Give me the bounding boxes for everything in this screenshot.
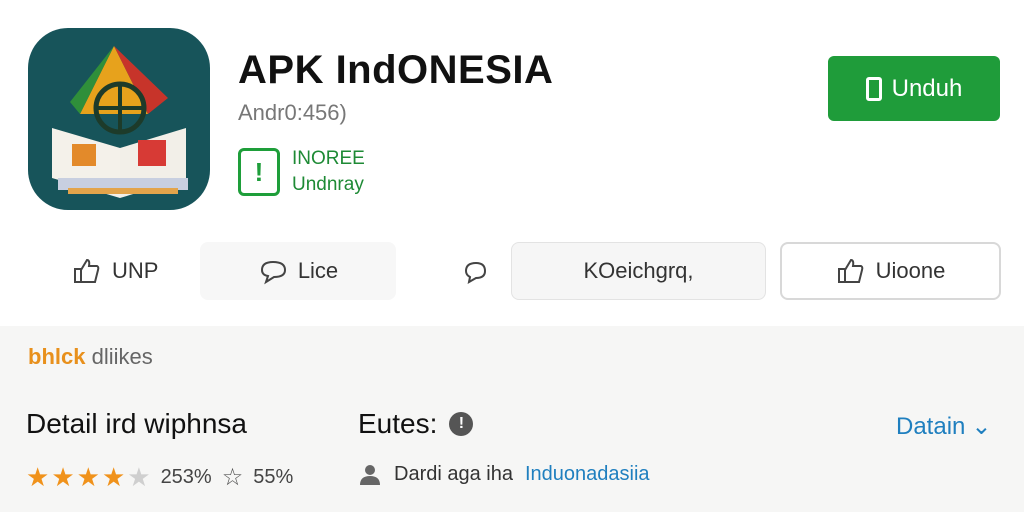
download-icon xyxy=(865,76,882,101)
app-version: Andr0:456) xyxy=(238,100,347,125)
app-icon xyxy=(28,28,210,210)
thumbs-up-icon xyxy=(74,258,100,283)
verified-line1: INOREE xyxy=(292,148,365,169)
verified-badge: ! INOREE Undnray xyxy=(238,146,365,198)
rating-percent: 253% xyxy=(160,466,212,488)
section-label-text: dliikes xyxy=(91,344,153,369)
secondary-percent: 55% xyxy=(253,466,294,488)
thumb-action-label: Uioone xyxy=(875,258,946,283)
detail-link-label: Datain xyxy=(896,412,966,440)
download-button[interactable]: Unduh xyxy=(828,56,1000,121)
middle-action-button[interactable]: KOeichgrq, xyxy=(511,242,766,300)
features-heading: Eutes: ! xyxy=(358,408,474,440)
chevron-down-icon: ⌄ xyxy=(971,413,992,440)
thumbs-up-icon xyxy=(837,258,863,283)
person-icon xyxy=(360,465,380,485)
verified-icon: ! xyxy=(238,148,280,196)
developer-link[interactable]: Induonadasiia xyxy=(525,463,650,486)
middle-action-label: KOeichgrq, xyxy=(583,258,694,283)
details-section: bhlck dliikes Detail ird wiphnsa Eutes: … xyxy=(0,326,1024,512)
comment-action[interactable]: Lice xyxy=(200,242,396,300)
verified-text: INOREE Undnray xyxy=(292,146,365,198)
verified-line2: Undnray xyxy=(292,174,364,195)
info-icon[interactable]: ! xyxy=(449,412,474,436)
section-label-accent: bhlck xyxy=(28,344,86,369)
detail-dropdown-link[interactable]: Datain ⌄ xyxy=(896,412,991,441)
rating-row: ★ ★ ★ ★ ★ 253% ☆ 55% xyxy=(26,462,293,493)
chat-bubble-icon xyxy=(464,261,487,284)
star-icon: ★ xyxy=(76,462,100,492)
features-heading-text: Eutes: xyxy=(358,408,438,439)
thumb-action-button[interactable]: Uioone xyxy=(780,242,1001,300)
star-half-icon: ★ xyxy=(127,462,151,492)
developer-name: Dardi aga iha xyxy=(394,462,513,485)
star-icon: ★ xyxy=(26,462,50,492)
like-action[interactable]: UNP xyxy=(72,242,158,300)
star-outline-icon: ☆ xyxy=(221,464,244,491)
star-icon: ★ xyxy=(51,462,75,492)
comment-label: Lice xyxy=(297,258,339,283)
detail-heading: Detail ird wiphnsa xyxy=(26,408,247,439)
chat-icon-button[interactable] xyxy=(460,242,490,300)
book-globe-icon xyxy=(52,46,188,198)
like-label: UNP xyxy=(112,258,159,283)
developer-row: Dardi aga iha Induonadasiia xyxy=(358,462,650,486)
speech-bubble-icon xyxy=(260,260,286,285)
section-label: bhlck dliikes xyxy=(28,344,153,370)
app-title: APK IndONESIA xyxy=(238,48,554,92)
download-button-label: Unduh xyxy=(891,74,963,102)
star-rating: ★ ★ ★ ★ ★ xyxy=(26,462,151,493)
star-icon: ★ xyxy=(101,462,126,492)
